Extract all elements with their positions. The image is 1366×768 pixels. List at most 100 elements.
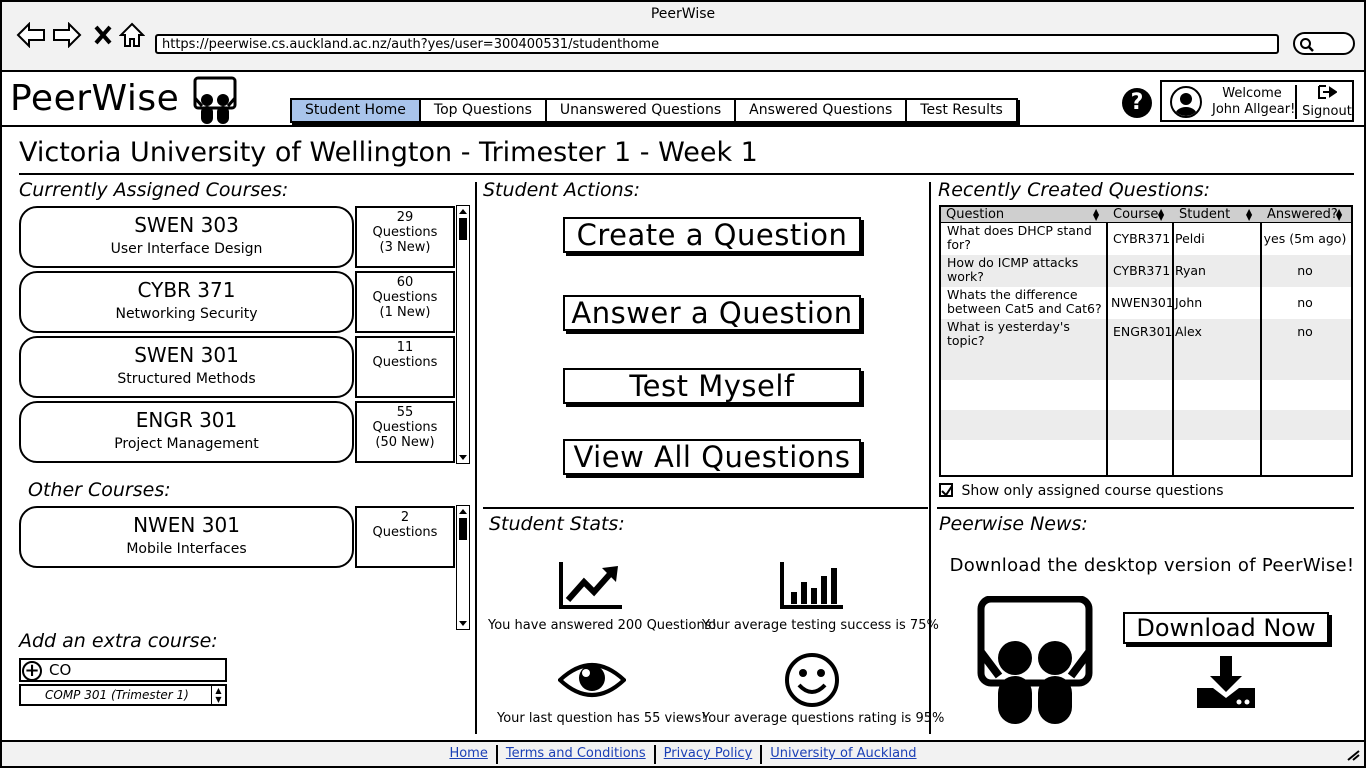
address-bar[interactable]: https://peerwise.cs.auckland.ac.nz/auth?…: [155, 34, 1279, 54]
section-divider: [937, 507, 1354, 509]
search-icon: [1300, 38, 1314, 52]
column-header-answered[interactable]: Answered? ▲ ▼: [1262, 207, 1351, 223]
peerwise-logo-icon: [971, 595, 1099, 730]
signout-icon: [1318, 85, 1338, 99]
column-divider: [1108, 207, 1174, 475]
tab-unanswered-questions[interactable]: Unanswered Questions: [547, 100, 737, 121]
check-icon: [941, 485, 953, 497]
course-suggestion[interactable]: COMP 301 (Trimester 1) ▲ ▼: [19, 684, 227, 706]
question-count: 29 Questions (3 New): [355, 206, 455, 268]
checkbox-label: Show only assigned course questions: [961, 483, 1224, 499]
course-card[interactable]: SWEN 303 User Interface Design: [19, 206, 354, 268]
column-header-question[interactable]: Question ▲ ▼: [941, 207, 1108, 223]
course-card[interactable]: ENGR 301 Project Management: [19, 401, 354, 463]
download-icon[interactable]: [1195, 654, 1257, 714]
resize-grip-icon[interactable]: [1346, 749, 1360, 764]
test-myself-button[interactable]: Test Myself: [563, 368, 861, 404]
count-value: 2: [400, 510, 410, 525]
add-course-input-value: CO: [49, 661, 72, 679]
views-stat: Your last question has 55 views!: [497, 711, 707, 726]
course-name: Project Management: [114, 436, 259, 452]
course-card[interactable]: SWEN 301 Structured Methods: [19, 336, 354, 398]
scroll-thumb[interactable]: [459, 218, 467, 240]
sort-icon[interactable]: ▲ ▼: [1246, 208, 1252, 222]
bar-chart-icon: [779, 560, 845, 614]
stop-icon[interactable]: [94, 22, 112, 54]
count-label: Questions: [372, 225, 438, 240]
course-code: SWEN 301: [134, 343, 239, 367]
course-name: Mobile Interfaces: [126, 541, 247, 557]
add-course-heading: Add an extra course:: [19, 630, 218, 652]
sort-icon[interactable]: ▲ ▼: [1093, 208, 1099, 222]
rating-stat: Your average questions rating is 95%: [702, 711, 945, 726]
header-label: Student: [1179, 207, 1231, 222]
count-label: Questions: [372, 525, 438, 540]
count-value: 55: [396, 405, 414, 420]
add-course-input[interactable]: + CO: [19, 658, 227, 682]
spinner-icon[interactable]: ▲ ▼: [211, 686, 225, 704]
page-title: Victoria University of Wellington - Trim…: [19, 137, 758, 168]
peerwise-logo-icon: [192, 76, 238, 130]
footer-link-terms[interactable]: Terms and Conditions: [498, 746, 654, 764]
view-all-questions-button[interactable]: View All Questions: [563, 439, 861, 475]
divider: [19, 173, 1354, 175]
plus-icon[interactable]: +: [22, 661, 42, 681]
browser-chrome: PeerWise https://peerwise.cs.auckland.ac…: [2, 2, 1364, 72]
signout-button[interactable]: Signout: [1302, 84, 1352, 119]
news-heading: Peerwise News:: [939, 513, 1088, 535]
app-header: PeerWise Student Home Top Questions Unan…: [2, 72, 1364, 127]
tab-answered-questions[interactable]: Answered Questions: [736, 100, 908, 121]
header-label: Answered?: [1267, 207, 1338, 222]
course-card[interactable]: NWEN 301 Mobile Interfaces: [19, 506, 354, 568]
recent-questions-heading: Recently Created Questions:: [938, 179, 1211, 201]
student-stats-heading: Student Stats:: [489, 513, 625, 535]
other-scrollbar[interactable]: [456, 505, 470, 630]
help-icon[interactable]: ?: [1122, 88, 1152, 118]
count-value: 11: [396, 340, 414, 355]
column-header-course[interactable]: Course ▲ ▼: [1108, 207, 1174, 223]
assigned-filter-checkbox[interactable]: Show only assigned course questions: [939, 483, 1224, 499]
download-now-button[interactable]: Download Now: [1123, 612, 1329, 644]
course-code: CYBR 371: [137, 278, 236, 302]
scroll-thumb[interactable]: [459, 518, 467, 540]
count-value: 60: [396, 275, 414, 290]
browser-search[interactable]: [1293, 32, 1355, 55]
sort-icon[interactable]: ▲ ▼: [1336, 208, 1342, 222]
course-card[interactable]: CYBR 371 Networking Security: [19, 271, 354, 333]
answer-question-button[interactable]: Answer a Question: [563, 295, 861, 331]
question-count: 55 Questions (50 New): [355, 401, 455, 463]
assigned-scrollbar[interactable]: [456, 205, 470, 464]
back-arrow-icon[interactable]: [16, 21, 46, 54]
footer-link-home[interactable]: Home: [441, 746, 495, 764]
question-count: 2 Questions: [355, 506, 455, 568]
home-icon[interactable]: [118, 22, 146, 54]
checkbox[interactable]: [939, 483, 953, 497]
browser-window: PeerWise https://peerwise.cs.auckland.ac…: [0, 0, 1366, 768]
smiley-icon: [784, 652, 840, 712]
section-divider: [483, 507, 928, 509]
new-count: (1 New): [379, 305, 431, 320]
welcome-line: Welcome: [1222, 86, 1282, 101]
tab-test-results[interactable]: Test Results: [907, 100, 1016, 121]
column-divider: [941, 207, 1108, 475]
footer-link-university[interactable]: University of Auckland: [762, 746, 924, 764]
tab-student-home[interactable]: Student Home: [292, 100, 421, 121]
course-name: User Interface Design: [110, 241, 263, 257]
scroll-down-icon: [459, 621, 467, 626]
forward-arrow-icon[interactable]: [52, 21, 82, 54]
create-question-button[interactable]: Create a Question: [563, 217, 861, 253]
divider: [1295, 85, 1297, 119]
sort-icon[interactable]: ▲ ▼: [1158, 208, 1164, 222]
question-count: 60 Questions (1 New): [355, 271, 455, 333]
welcome-text: Welcome John Allgear!: [1212, 86, 1295, 118]
user-box: Welcome John Allgear! Signout: [1160, 80, 1354, 122]
course-code: NWEN 301: [133, 513, 240, 537]
course-code: ENGR 301: [135, 408, 238, 432]
column-header-student[interactable]: Student ▲ ▼: [1174, 207, 1262, 223]
course-code: SWEN 303: [134, 213, 239, 237]
footer-link-privacy[interactable]: Privacy Policy: [656, 746, 761, 764]
tab-top-questions[interactable]: Top Questions: [421, 100, 547, 121]
column-divider: [929, 182, 931, 734]
answered-stat: You have answered 200 Questions!: [488, 618, 717, 633]
avatar: [1170, 86, 1202, 118]
